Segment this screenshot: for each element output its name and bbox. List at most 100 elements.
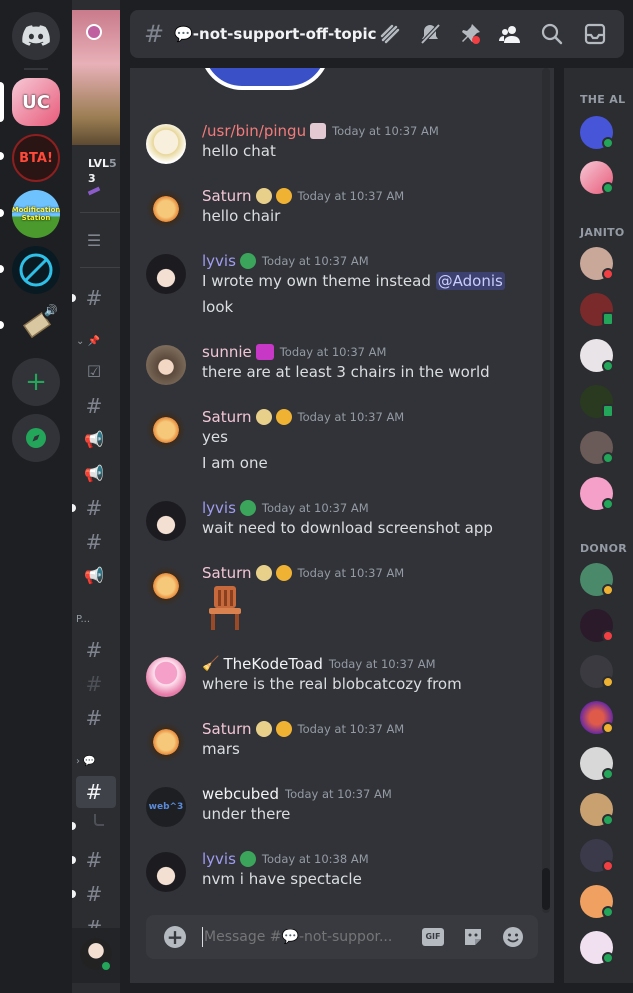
username[interactable]: lyvis (202, 850, 236, 868)
message[interactable]: Saturn Today at 10:37 AM (146, 562, 546, 638)
text-channel-icon[interactable]: # (82, 394, 106, 418)
user-avatar[interactable] (146, 345, 186, 385)
add-server-button[interactable]: + (12, 358, 60, 406)
search-icon[interactable] (540, 22, 564, 46)
server-uc[interactable]: UC (12, 78, 60, 126)
channel-header: # 💬-not-support-off-topic (130, 10, 624, 58)
explore-servers-button[interactable] (12, 414, 60, 462)
message[interactable]: sunnie Today at 10:37 AM there are at lea… (146, 341, 546, 395)
username[interactable]: Saturn (202, 408, 252, 426)
user-panel (72, 928, 120, 983)
username[interactable]: sunnie (202, 343, 252, 361)
channel-browse-icon[interactable]: ☰ (82, 229, 106, 253)
pinned-icon[interactable] (458, 22, 482, 46)
announcement-channel-icon[interactable]: 📢 (82, 428, 106, 452)
channel-sidebar: LVL5 3 ☰ # ⌄ 📌 ☑ # 📢 📢 # # 📢 P... # # # … (72, 0, 120, 993)
timestamp: Today at 10:37 AM (297, 410, 405, 424)
hash-icon: # (144, 20, 165, 48)
member-section-header: DONOR (580, 542, 628, 555)
message-text: I wrote my own theme instead (202, 272, 431, 290)
user-avatar[interactable] (146, 124, 186, 164)
status-online (602, 137, 614, 149)
emoji-picker-icon[interactable] (502, 926, 524, 948)
broom-emoji-icon: 🧹 (202, 656, 220, 672)
user-avatar[interactable] (146, 566, 186, 606)
message[interactable]: Saturn Today at 10:37 AM yes I am one (146, 406, 546, 486)
user-avatar[interactable] (146, 657, 186, 697)
user-avatar[interactable]: web^3 (146, 787, 186, 827)
status-mobile (602, 312, 614, 326)
username[interactable]: Saturn (202, 720, 252, 738)
message[interactable]: lyvis Today at 10:37 AM I wrote my own th… (146, 250, 546, 330)
status-idle (602, 584, 614, 596)
username[interactable]: lyvis (202, 252, 236, 270)
message-line: I wrote my own theme instead @Adonis (202, 272, 505, 290)
message[interactable]: web^3 webcubed Today at 10:37 AM under th… (146, 783, 546, 837)
username[interactable]: Saturn (202, 564, 252, 582)
sticker-icon[interactable] (462, 926, 484, 948)
message-header: webcubed Today at 10:37 AM (202, 783, 392, 805)
message-header: lyvis Today at 10:38 AM (202, 848, 369, 870)
user-avatar[interactable] (146, 501, 186, 541)
scrollbar-thumb[interactable] (542, 868, 550, 910)
username[interactable]: TheKodeToad (223, 655, 322, 673)
text-channel-icon[interactable]: # (82, 530, 106, 554)
text-channel-icon[interactable]: # (82, 286, 106, 310)
message[interactable]: /usr/bin/pingu Today at 10:37 AM hello ch… (146, 120, 546, 174)
message-input[interactable] (204, 925, 404, 949)
members-icon[interactable] (498, 22, 522, 46)
username[interactable]: lyvis (202, 499, 236, 517)
announcement-channel-icon[interactable]: 📢 (82, 564, 106, 588)
timestamp: Today at 10:37 AM (261, 254, 369, 268)
text-channel-icon[interactable]: # (82, 706, 106, 730)
threads-icon[interactable] (378, 22, 402, 46)
gif-icon[interactable]: GIF (422, 928, 444, 946)
message-text: hello chair (202, 207, 281, 225)
server-modification-station[interactable]: Modification Station (12, 190, 60, 238)
inbox-icon[interactable] (583, 22, 607, 46)
announcement-channel-icon[interactable]: 📢 (82, 462, 106, 486)
member-section-header: JANITO (580, 226, 625, 239)
username[interactable]: Saturn (202, 187, 252, 205)
rules-channel-icon[interactable]: ☑ (82, 360, 106, 384)
timestamp: Today at 10:37 AM (261, 501, 369, 515)
status-idle (602, 722, 614, 734)
attach-plus-icon[interactable]: + (164, 926, 186, 948)
thread-branch-icon (94, 814, 104, 826)
user-avatar[interactable] (146, 254, 186, 294)
user-mention[interactable]: @Adonis (435, 272, 505, 290)
message[interactable]: Saturn Today at 10:37 AM hello chair (146, 185, 546, 239)
text-channel-icon[interactable]: # (82, 882, 106, 906)
text-channel-icon[interactable]: # (82, 638, 106, 662)
text-channel-icon[interactable]: # (82, 496, 106, 520)
unread-indicator (72, 890, 76, 898)
username[interactable]: webcubed (202, 785, 279, 803)
channel-title: 💬-not-support-off-topic (174, 25, 377, 43)
discord-home-button[interactable] (12, 12, 60, 60)
discord-logo-icon (22, 25, 50, 46)
text-channel-icon[interactable]: # (82, 848, 106, 872)
level-number: 3 (88, 172, 96, 185)
rail-divider (24, 68, 48, 70)
message[interactable]: lyvis Today at 10:37 AM wait need to down… (146, 497, 546, 551)
server-bta-label: BTA! (19, 150, 53, 166)
message[interactable]: Saturn Today at 10:37 AM mars (146, 718, 546, 772)
unread-pill (0, 321, 4, 329)
message[interactable]: 🧹 TheKodeToad Today at 10:37 AM where is t… (146, 653, 546, 707)
category-collapsed-label[interactable]: P... (76, 614, 90, 625)
server-blue-circle[interactable] (12, 246, 60, 294)
emoji-badge-icon (275, 565, 292, 581)
user-avatar[interactable] (146, 852, 186, 892)
text-channel-muted-icon[interactable]: # (82, 672, 106, 696)
status-idle (602, 676, 614, 688)
server-bta[interactable]: BTA! (12, 134, 60, 182)
user-avatar[interactable] (146, 189, 186, 229)
username[interactable]: /usr/bin/pingu (202, 122, 306, 140)
scrollbar-track[interactable] (542, 68, 550, 913)
user-avatar[interactable] (146, 410, 186, 450)
user-avatar[interactable] (146, 722, 186, 762)
mute-icon[interactable] (418, 22, 442, 46)
message[interactable]: lyvis Today at 10:38 AM nvm i have specta… (146, 848, 546, 902)
timestamp: Today at 10:37 AM (328, 657, 436, 671)
level-text: LVL (88, 157, 110, 170)
